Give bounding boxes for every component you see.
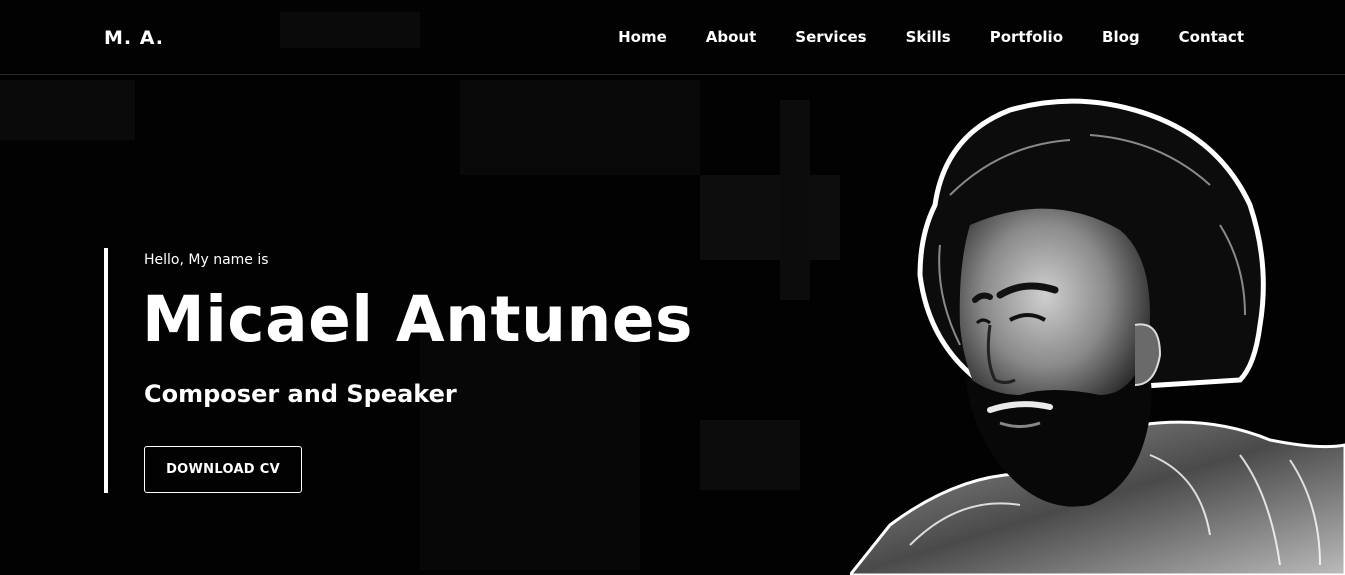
- background-shape: [0, 80, 135, 140]
- nav-link-portfolio[interactable]: Portfolio: [990, 28, 1063, 46]
- background-shape: [460, 80, 700, 175]
- portrait-illustration: [850, 98, 1345, 575]
- background-shape: [420, 330, 640, 570]
- nav-link-services[interactable]: Services: [795, 28, 866, 46]
- download-cv-button[interactable]: DOWNLOAD CV: [144, 446, 302, 493]
- nav-link-about[interactable]: About: [706, 28, 757, 46]
- background-shape: [780, 100, 810, 300]
- hero-accent-bar: [104, 248, 108, 493]
- nav-link-skills[interactable]: Skills: [906, 28, 951, 46]
- hero-subtitle: Composer and Speaker: [144, 380, 457, 408]
- background-shape: [700, 175, 840, 260]
- nav-link-contact[interactable]: Contact: [1179, 28, 1244, 46]
- nav-link-blog[interactable]: Blog: [1102, 28, 1140, 46]
- nav-menu: Home About Services Skills Portfolio Blo…: [618, 28, 1244, 46]
- hero-page: M. A. Home About Services Skills Portfol…: [0, 0, 1345, 575]
- hero-name: Micael Antunes: [142, 283, 694, 356]
- background-shape: [700, 420, 800, 490]
- hero-greeting: Hello, My name is: [144, 252, 269, 268]
- navbar: M. A. Home About Services Skills Portfol…: [0, 0, 1345, 75]
- site-logo[interactable]: M. A.: [104, 27, 164, 49]
- nav-link-home[interactable]: Home: [618, 28, 667, 46]
